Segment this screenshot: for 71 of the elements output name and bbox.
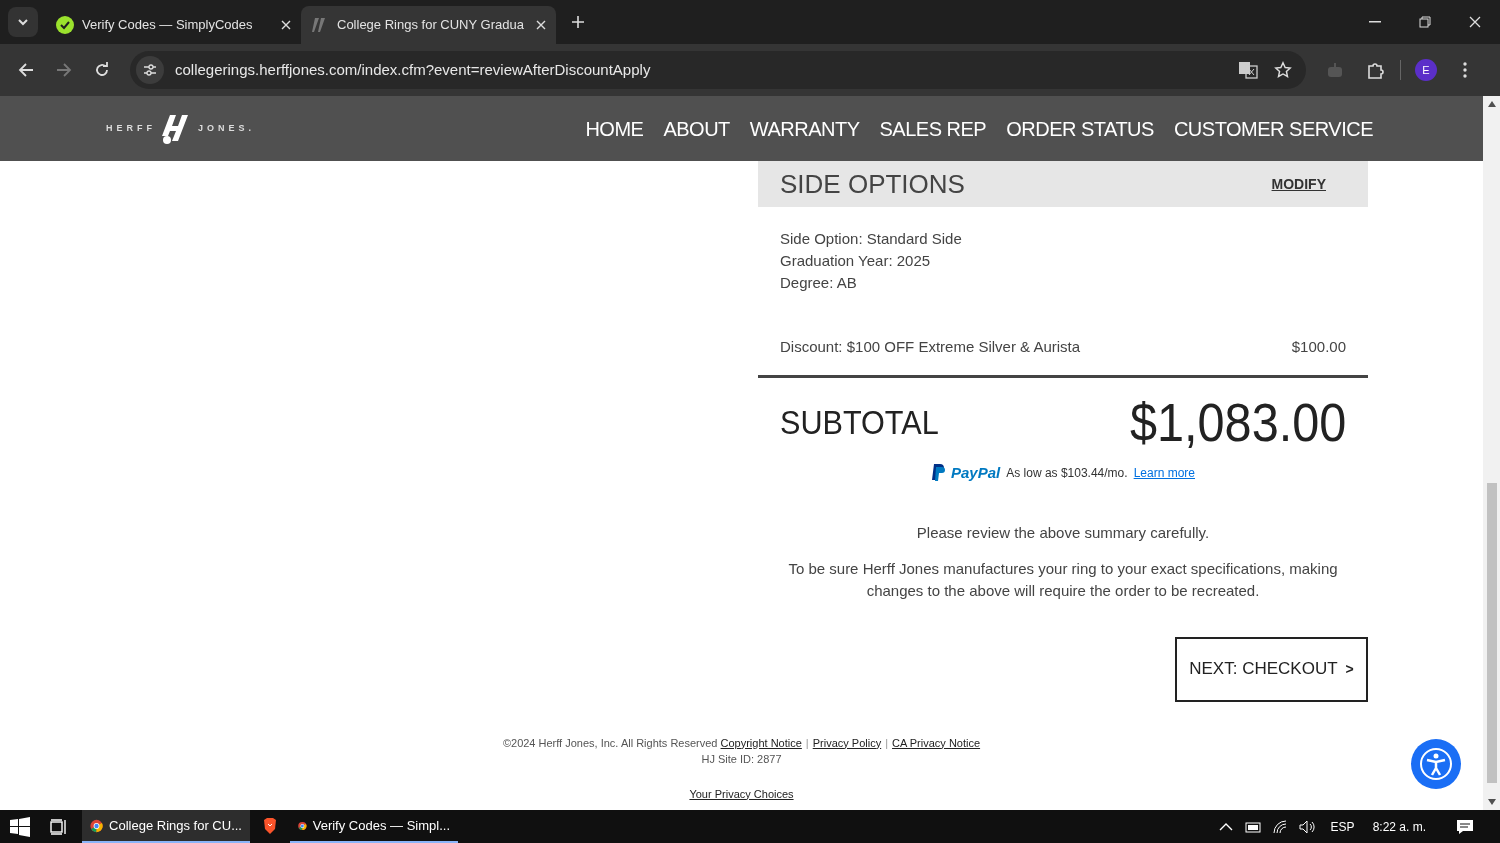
profile-avatar[interactable]: E [1415, 59, 1437, 81]
notifications-icon[interactable] [1456, 818, 1474, 835]
tab-title: College Rings for CUNY Gradua [337, 16, 525, 35]
footer-link[interactable]: Privacy Policy [812, 736, 882, 749]
site-id-text: HJ Site ID: 2877 [701, 752, 782, 767]
task-view-icon[interactable] [50, 818, 68, 835]
menu-icon[interactable] [1463, 62, 1467, 78]
nav-link[interactable]: SALES REP [879, 113, 987, 144]
chevron-down-icon [17, 18, 29, 26]
scrollbar[interactable] [1483, 96, 1500, 810]
plus-icon [571, 15, 585, 29]
close-icon[interactable] [536, 20, 546, 30]
volume-icon[interactable] [1298, 819, 1317, 834]
restore-icon [1419, 16, 1431, 28]
subtotal-label: SUBTOTAL [780, 402, 939, 443]
modify-link[interactable]: MODIFY [1271, 177, 1326, 191]
accessibility-icon [1420, 748, 1452, 780]
bookmark-star-icon[interactable] [1274, 61, 1292, 79]
nav-link[interactable]: CUSTOMER SERVICE [1173, 113, 1373, 144]
paypal-financing-text: As low as $103.44/mo. [1006, 464, 1128, 482]
close-icon[interactable] [281, 20, 291, 30]
paypal-icon [931, 463, 945, 482]
taskbar-app[interactable]: Verify Codes — Simpl... [290, 810, 458, 843]
language-indicator[interactable]: ESP [1330, 817, 1355, 836]
discount-label: Discount: $100 OFF Extreme Silver & Aurista [780, 337, 1081, 357]
nav-link[interactable]: WARRANTY [749, 113, 860, 144]
scroll-up-icon[interactable] [1487, 101, 1496, 107]
check-circle-icon [56, 16, 74, 34]
footer-link[interactable]: Copyright Notice [720, 736, 802, 749]
url-text: collegerings.herffjones.com/index.cfm?event=reviewAfterDiscountApply [175, 59, 651, 80]
tab-search-button[interactable] [8, 7, 38, 37]
footer-legal-line: ©2024 Herff Jones, Inc. All Rights Reserved Copyright Notice | Privacy Policy | CA Privacy Notice [502, 735, 981, 751]
option-detail: Graduation Year: 2025 [780, 251, 932, 271]
reload-icon[interactable] [94, 62, 110, 78]
nav-link[interactable]: ORDER STATUS [1006, 113, 1154, 144]
back-icon[interactable] [18, 62, 34, 78]
tab-title: Verify Codes — SimplyCodes [82, 16, 254, 35]
lion-shield-icon [261, 816, 279, 835]
review-note: Please review the above summary carefully. [915, 523, 1211, 543]
close-icon [1469, 16, 1481, 28]
nav-link[interactable]: ABOUT [663, 113, 730, 144]
battery-icon[interactable] [1244, 820, 1263, 833]
browser-tab[interactable]: Verify Codes — SimplyCodes [46, 6, 301, 44]
footer-link[interactable]: CA Privacy Notice [892, 736, 981, 749]
paypal-wordmark: PayPal [951, 462, 1001, 483]
subtotal-amount: $1,083.00 [1129, 391, 1346, 454]
section-title: SIDE OPTIONS [780, 171, 965, 197]
site-settings-icon[interactable] [136, 56, 164, 84]
accessibility-button[interactable] [1411, 739, 1461, 789]
minimize-icon [1369, 21, 1381, 23]
forward-icon[interactable] [56, 62, 72, 78]
scroll-down-icon[interactable] [1487, 799, 1496, 805]
extensions-icon[interactable] [1366, 60, 1386, 80]
translate-icon[interactable] [1238, 61, 1258, 79]
address-bar[interactable]: collegerings.herffjones.com/index.cfm?event=reviewAfterDiscountApply [130, 51, 1306, 89]
learn-more-link[interactable]: Learn more [1133, 463, 1195, 482]
recreate-warning: To be sure Herff Jones manufactures your ring to your exact specifications, making changes to the above will require the order to be recreated. [787, 558, 1339, 601]
option-detail: Side Option: Standard Side [780, 229, 963, 249]
browser-tab[interactable]: College Rings for CUNY Gradua [301, 6, 556, 44]
taskbar-app[interactable]: College Rings for CU... [82, 810, 250, 843]
clock-text[interactable]: 8:22 a. m. [1372, 817, 1426, 836]
wifi-icon[interactable] [1272, 819, 1289, 834]
chevron-up-icon[interactable] [1218, 822, 1233, 831]
scroll-thumb[interactable] [1486, 483, 1497, 783]
discount-amount: $100.00 [1291, 337, 1346, 357]
next-checkout-button[interactable]: NEXT: CHECKOUT > [1175, 636, 1368, 702]
privacy-choices-link[interactable]: Your Privacy Choices [689, 785, 794, 802]
windows-start-icon[interactable] [10, 816, 30, 837]
nav-link[interactable]: HOME [585, 113, 644, 144]
logo[interactable]: HERFF JONES. [106, 111, 255, 146]
option-detail: Degree: AB [780, 273, 858, 293]
